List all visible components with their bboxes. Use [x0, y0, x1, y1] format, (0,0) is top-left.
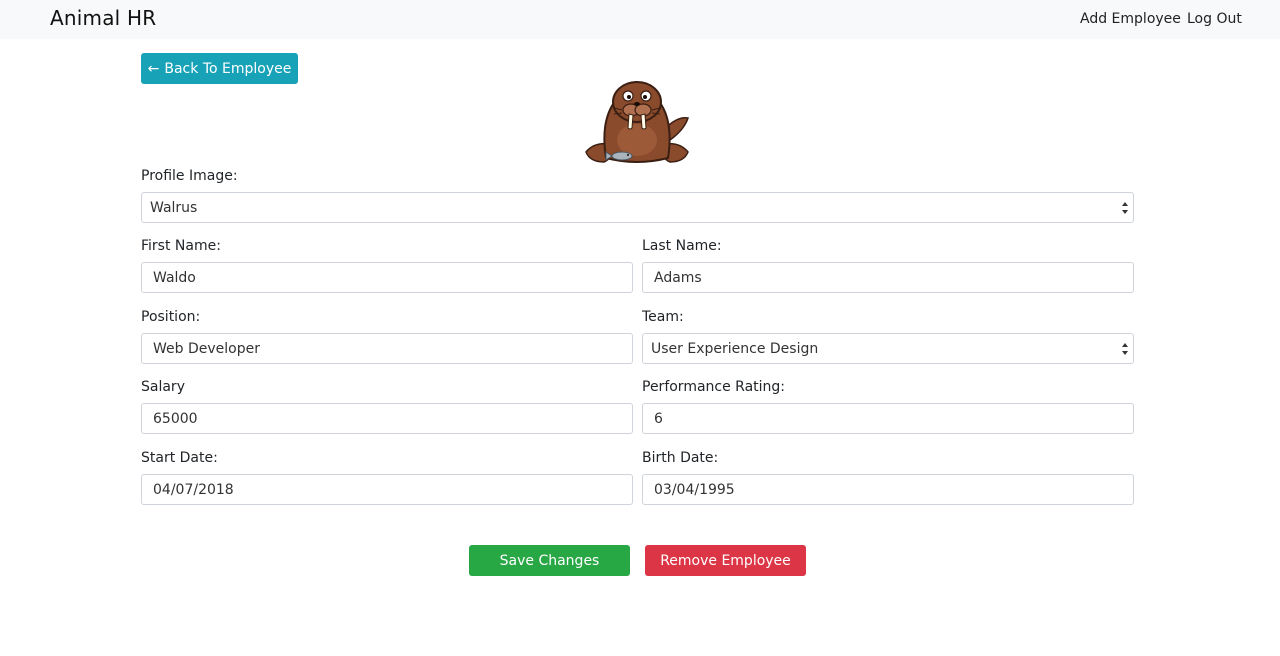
birth-date-value: 03/04/1995: [654, 481, 735, 498]
performance-rating-label: Performance Rating:: [642, 379, 786, 395]
performance-rating-input[interactable]: 6: [642, 403, 1134, 434]
start-date-input[interactable]: 04/07/2018: [141, 474, 633, 505]
profile-image-label: Profile Image:: [141, 168, 238, 184]
walrus-icon: [585, 81, 689, 163]
performance-rating-value: 6: [654, 410, 663, 427]
navbar: Animal HR Add Employee Log Out: [0, 0, 1280, 39]
first-name-value: Waldo: [153, 269, 196, 286]
nav-log-out-link[interactable]: Log Out: [1187, 11, 1242, 27]
salary-label: Salary: [141, 379, 185, 395]
select-arrows-icon: [1122, 343, 1128, 355]
team-select[interactable]: User Experience Design: [642, 333, 1134, 364]
position-input[interactable]: Web Developer: [141, 333, 633, 364]
remove-employee-button[interactable]: Remove Employee: [645, 545, 806, 576]
back-button-label: Back To Employee: [164, 60, 292, 77]
position-value: Web Developer: [153, 340, 260, 357]
salary-input[interactable]: 65000: [141, 403, 633, 434]
profile-image-select[interactable]: Walrus: [141, 192, 1134, 223]
salary-value: 65000: [153, 410, 198, 427]
start-date-value: 04/07/2018: [153, 481, 234, 498]
last-name-label: Last Name:: [642, 238, 722, 254]
first-name-input[interactable]: Waldo: [141, 262, 633, 293]
birth-date-label: Birth Date:: [642, 450, 719, 466]
select-arrows-icon: [1122, 202, 1128, 214]
team-label: Team:: [642, 309, 684, 325]
brand-title[interactable]: Animal HR: [50, 6, 156, 30]
position-label: Position:: [141, 309, 201, 325]
first-name-label: First Name:: [141, 238, 221, 254]
profile-image-value: Walrus: [150, 199, 198, 216]
start-date-label: Start Date:: [141, 450, 218, 466]
last-name-value: Adams: [654, 269, 702, 286]
nav-add-employee-link[interactable]: Add Employee: [1080, 11, 1181, 27]
save-changes-button[interactable]: Save Changes: [469, 545, 630, 576]
team-value: User Experience Design: [651, 340, 819, 357]
back-to-employee-button[interactable]: ← Back To Employee: [141, 53, 298, 84]
last-name-input[interactable]: Adams: [642, 262, 1134, 293]
birth-date-input[interactable]: 03/04/1995: [642, 474, 1134, 505]
arrow-left-icon: ←: [147, 60, 160, 77]
